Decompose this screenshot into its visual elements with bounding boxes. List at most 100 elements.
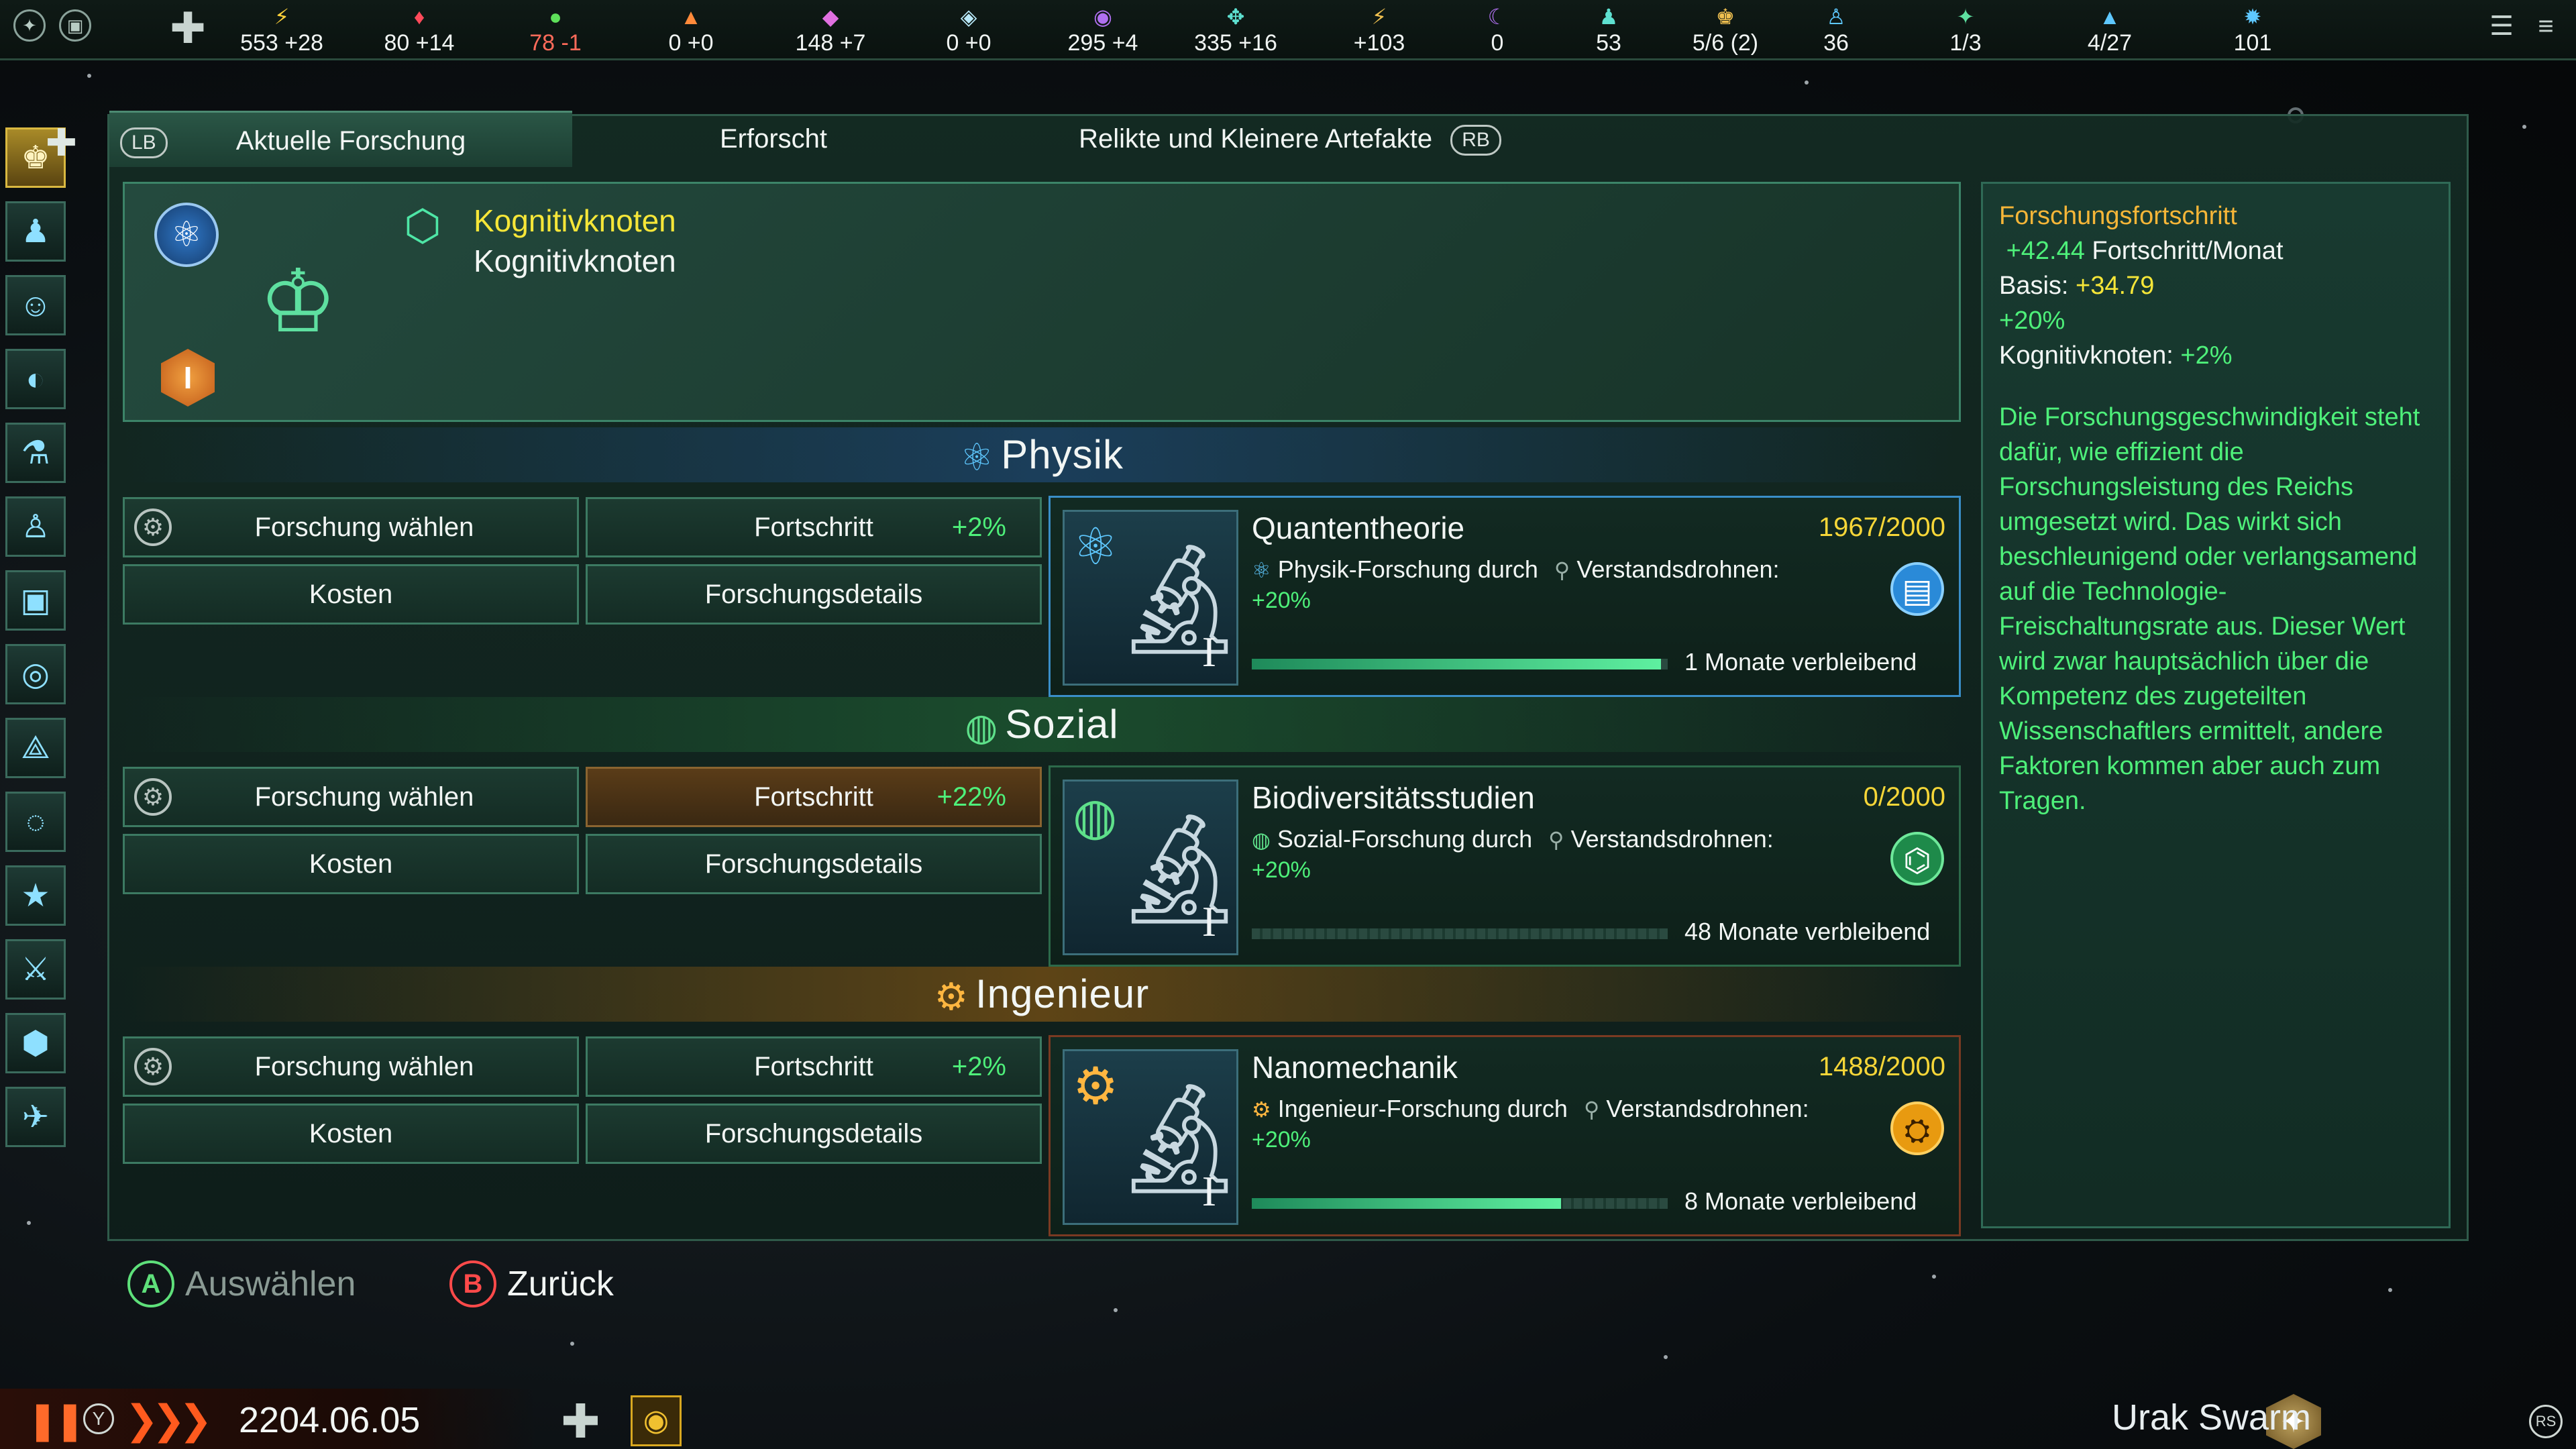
map-mode-icon[interactable]: ▣ — [59, 9, 91, 42]
cognitive-node-portrait-icon: ♔ — [259, 252, 337, 350]
tech-image: ⚛ 🔬︎ I — [1063, 510, 1248, 686]
resource-naval[interactable]: ✹ 101 — [2192, 4, 2313, 58]
tab-bar: LB Aktuelle Forschung Erforscht Relikte … — [109, 111, 2467, 170]
society-icon: ◍ — [1252, 828, 1271, 852]
resource-unity[interactable]: ✥ 335 +16 — [1175, 4, 1296, 58]
sidebar-item-species[interactable]: ♙ — [5, 496, 66, 557]
sidebar-item-galaxy[interactable]: ◌ — [5, 792, 66, 852]
research-panel: LB Aktuelle Forschung Erforscht Relikte … — [107, 111, 2469, 1241]
engineering-cost-button[interactable]: Kosten — [123, 1104, 579, 1164]
contacts-icon[interactable]: ✦ — [13, 9, 46, 42]
select-hint[interactable]: A Auswählen — [127, 1257, 356, 1311]
research-icon: ⚡ — [1371, 5, 1387, 29]
sidebar-item-planets[interactable]: ◐ — [5, 349, 66, 409]
situation-log-icon[interactable]: ◉ — [631, 1395, 682, 1446]
engineering-progress-button[interactable]: Fortschritt +2% — [586, 1036, 1042, 1097]
leaders-icon: ♙ — [1826, 5, 1846, 29]
gear-icon: ⚙ — [134, 508, 172, 546]
resource-pops[interactable]: ♟ 53 — [1548, 4, 1669, 58]
button-label: Forschung wählen — [254, 1052, 474, 1081]
resource-fleet-cap[interactable]: ▲ 4/27 — [2049, 4, 2170, 58]
resource-alloys[interactable]: ◆ 148 +7 — [770, 4, 891, 58]
resource-minerals[interactable]: ♦ 80 +14 — [359, 4, 480, 58]
button-label: Forschungsdetails — [704, 580, 923, 609]
tech-image: ◍ 🔬︎ I — [1063, 780, 1248, 955]
info-basis: Basis: +34.79 — [1999, 268, 2432, 303]
empire-name[interactable]: Urak Swarm — [2112, 1397, 2311, 1438]
tech-progress: 1967/2000 — [1818, 513, 1945, 542]
b-button-icon: B — [449, 1260, 496, 1307]
engineering-research-card[interactable]: ⚙ 🔬︎ I Nanomechanik 1488/2000 ⚙ Ingenieur… — [1049, 1035, 1961, 1236]
envoys-icon: ✦ — [1956, 5, 1975, 29]
sidebar-item-military[interactable]: ⚔ — [5, 939, 66, 1000]
resource-value: 1/3 — [1949, 30, 1982, 56]
resource-leaders[interactable]: ♙ 36 — [1776, 4, 1896, 58]
physics-cost-button[interactable]: Kosten — [123, 564, 579, 625]
resource-envoys[interactable]: ✦ 1/3 — [1905, 4, 2026, 58]
resource-value: 0 +0 — [946, 30, 991, 56]
biology-icon: ⌬ — [1890, 832, 1944, 885]
tab-current-research[interactable]: LB Aktuelle Forschung — [109, 111, 572, 167]
select-label: Auswählen — [185, 1265, 356, 1303]
leaders-icon: ☺ — [19, 287, 52, 323]
resource-value: 78 -1 — [529, 30, 582, 56]
tech-title: Nanomechanik — [1252, 1050, 1458, 1085]
industry-icon: ⛭ — [1890, 1102, 1944, 1155]
tech-image: ⚙ 🔬︎ I — [1063, 1049, 1248, 1225]
society-details-button[interactable]: Forschungsdetails — [586, 834, 1042, 894]
physics-details-button[interactable]: Forschungsdetails — [586, 564, 1042, 625]
diplomacy-icon: ◎ — [21, 657, 50, 692]
sidebar-item-situations[interactable]: ★ — [5, 865, 66, 926]
society-choose-research-button[interactable]: ⚙ Forschung wählen — [123, 767, 579, 827]
resource-influence[interactable]: ◉ 295 +4 — [1042, 4, 1163, 58]
sidebar-item-federation[interactable]: ⬢ — [5, 1013, 66, 1073]
sidebar-item-population[interactable]: ♟ — [5, 201, 66, 262]
dpad-plus-icon: ✚ — [561, 1395, 600, 1448]
pause-icon[interactable]: ❚❚ — [27, 1398, 86, 1442]
sidebar-item-leaders[interactable]: ☺ — [5, 275, 66, 335]
engineering-details-button[interactable]: Forschungsdetails — [586, 1104, 1042, 1164]
physics-band: ⚛ Physik — [123, 427, 1961, 482]
physics-progress-button[interactable]: Fortschritt +2% — [586, 497, 1042, 557]
sidebar-item-market[interactable]: ▣ — [5, 570, 66, 631]
tech-title: Biodiversitätsstudien — [1252, 780, 1535, 815]
header-subtitle: Kognitivknoten — [474, 244, 676, 278]
tab-relics[interactable]: Relikte und Kleinere Artefakte RB — [981, 111, 1599, 167]
engineering-choose-research-button[interactable]: ⚙ Forschung wählen — [123, 1036, 579, 1097]
sidebar-item-research[interactable]: ⚗ — [5, 423, 66, 483]
gear-icon: ⚙ — [134, 778, 172, 816]
sidebar-item-traditions[interactable]: ⟁ — [5, 718, 66, 778]
back-hint[interactable]: B Zurück — [449, 1257, 614, 1311]
species-icon: ♙ — [21, 509, 50, 545]
resource-special-resource[interactable]: ☾ 0 — [1437, 4, 1558, 58]
physics-choose-research-button[interactable]: ⚙ Forschung wählen — [123, 497, 579, 557]
tech-source-line: ◍ Sozial-Forschung durch ⚲ Verstandsdrohne… — [1252, 825, 1774, 853]
drones-text: Verstandsdrohnen: — [1606, 1095, 1809, 1122]
resource-trade[interactable]: ◈ 0 +0 — [908, 4, 1029, 58]
menu-icon[interactable]: ≡ — [2529, 9, 2563, 43]
speed-icon[interactable]: ❯❯❯ — [125, 1397, 213, 1444]
resource-value: 36 — [1823, 30, 1849, 56]
tab-label: Relikte und Kleinere Artefakte — [1079, 124, 1433, 154]
naval-icon: ✹ — [2243, 5, 2262, 29]
trade-icon: ◈ — [960, 5, 977, 29]
physics-research-card[interactable]: ⚛ 🔬︎ I Quantentheorie 1967/2000 ⚛ Physik-… — [1049, 496, 1961, 697]
resource-consumer-goods[interactable]: ▲ 0 +0 — [631, 4, 751, 58]
tab-label: Aktuelle Forschung — [235, 126, 466, 156]
outliner-icon[interactable]: ☰ — [2485, 9, 2518, 43]
resource-research[interactable]: ⚡ +103 — [1319, 4, 1440, 58]
resource-energy[interactable]: ⚡ 553 +28 — [221, 4, 342, 58]
society-progress-button[interactable]: Fortschritt +22% — [586, 767, 1042, 827]
resource-food[interactable]: ● 78 -1 — [495, 4, 616, 58]
society-icon: ◍ — [1073, 788, 1118, 845]
scientist-header[interactable]: ⚛ I ♔ ⬡ Kognitivknoten Kognitivknoten — [123, 182, 1961, 422]
sidebar-item-ships[interactable]: ✈ — [5, 1087, 66, 1147]
resource-admin-cap[interactable]: ♚ 5/6 (2) — [1665, 4, 1786, 58]
computing-icon: ▤ — [1890, 562, 1944, 616]
society-cost-button[interactable]: Kosten — [123, 834, 579, 894]
resource-value: 0 +0 — [668, 30, 714, 56]
button-label: Forschungsdetails — [704, 1119, 923, 1148]
sidebar-item-diplomacy[interactable]: ◎ — [5, 644, 66, 704]
society-research-card[interactable]: ◍ 🔬︎ I Biodiversitätsstudien 0/2000 ◍ Soz… — [1049, 765, 1961, 967]
tab-researched[interactable]: Erforscht — [586, 111, 961, 167]
